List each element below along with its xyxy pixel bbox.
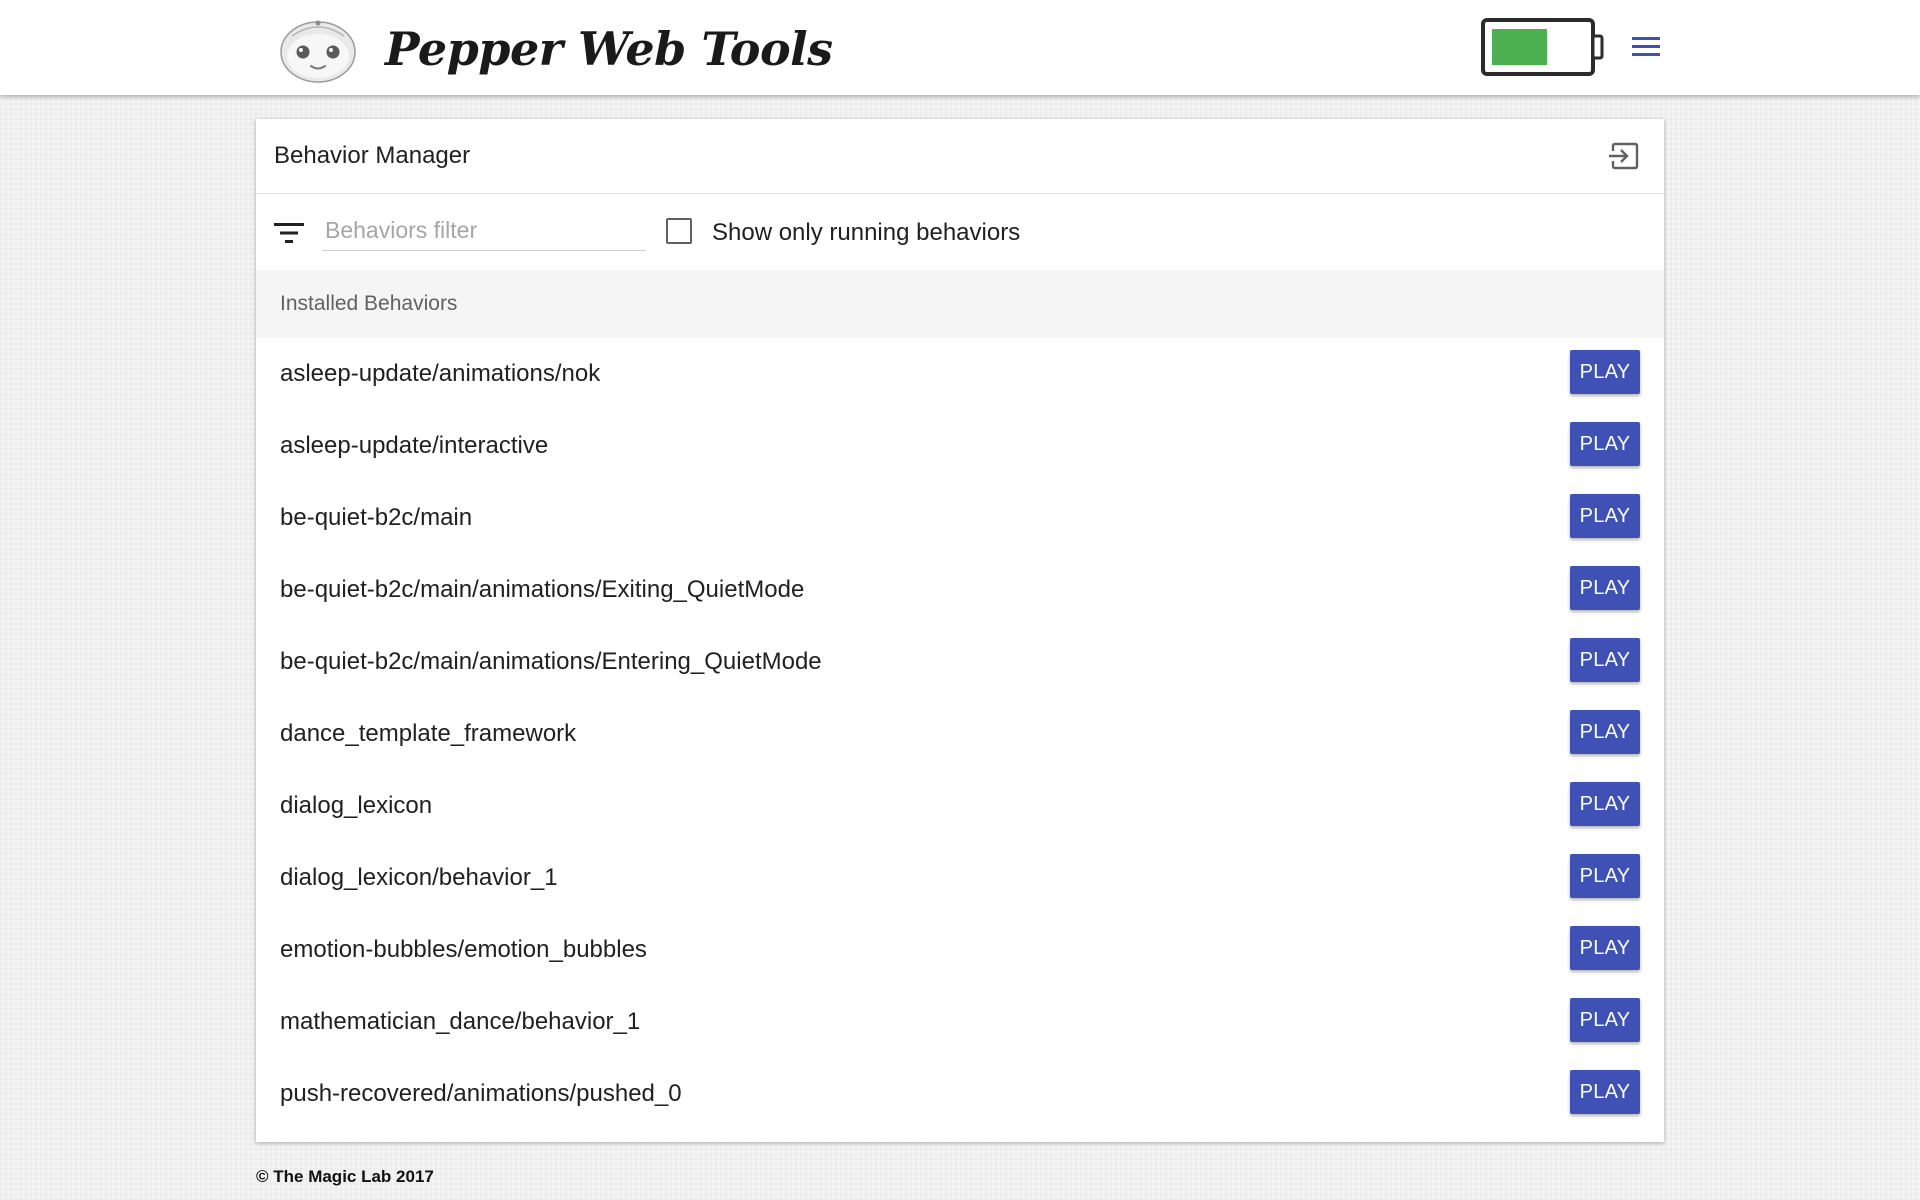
behavior-name: be-quiet-b2c/main — [280, 504, 473, 531]
list-item: be-quiet-b2c/main PLAY — [256, 482, 1664, 554]
list-item: dance_template_framework PLAY — [256, 698, 1664, 770]
behavior-name: dialog_lexicon/behavior_1 — [280, 864, 558, 891]
play-button[interactable]: PLAY — [1570, 854, 1640, 898]
behavior-name: dance_template_framework — [280, 720, 577, 747]
play-button[interactable]: PLAY — [1570, 998, 1640, 1042]
play-button[interactable]: PLAY — [1570, 1070, 1640, 1114]
pepper-robot-face-icon — [280, 20, 356, 83]
list-item: dialog_lexicon/behavior_1 PLAY — [256, 842, 1664, 914]
play-button[interactable]: PLAY — [1570, 494, 1640, 538]
list-item: push-recovered/animations/pushed_0 PLAY — [256, 1058, 1664, 1130]
behavior-manager-card: Behavior Manager Show only running behav… — [256, 119, 1664, 1142]
installed-behaviors-subheader: Installed Behaviors — [256, 270, 1664, 338]
behavior-name: mathematician_dance/behavior_1 — [280, 1008, 641, 1035]
list-item: mathematician_dance/behavior_1 PLAY — [256, 986, 1664, 1058]
play-button[interactable]: PLAY — [1570, 710, 1640, 754]
behavior-name: asleep-update/interactive — [280, 432, 549, 459]
hamburger-menu-icon[interactable] — [1628, 32, 1664, 62]
play-button[interactable]: PLAY — [1570, 782, 1640, 826]
filter-list-icon — [274, 223, 304, 243]
battery-icon — [1481, 18, 1604, 76]
battery-level-fill — [1492, 29, 1547, 65]
behavior-name: be-quiet-b2c/main/animations/Entering_Qu… — [280, 648, 822, 675]
behaviors-filter-input[interactable] — [322, 210, 646, 251]
show-running-only-label[interactable]: Show only running behaviors — [712, 218, 1020, 248]
behavior-name: dialog_lexicon — [280, 792, 433, 819]
behavior-name: push-recovered/animations/pushed_0 — [280, 1080, 682, 1107]
play-button[interactable]: PLAY — [1570, 638, 1640, 682]
exit-to-app-icon[interactable] — [1608, 140, 1640, 172]
behavior-name: asleep-update/animations/nok — [280, 360, 601, 387]
behavior-name: be-quiet-b2c/main/animations/Exiting_Qui… — [280, 576, 805, 603]
list-item: asleep-update/interactive PLAY — [256, 410, 1664, 482]
play-button[interactable]: PLAY — [1570, 566, 1640, 610]
top-app-bar: Pepper Web Tools — [0, 0, 1920, 95]
show-running-only-checkbox[interactable] — [666, 218, 692, 244]
footer-copyright: © The Magic Lab 2017 — [256, 1167, 434, 1186]
list-item: be-quiet-b2c/main/animations/Exiting_Qui… — [256, 554, 1664, 626]
app-title: Pepper Web Tools — [385, 22, 833, 76]
list-item: emotion-bubbles/emotion_bubbles PLAY — [256, 914, 1664, 986]
card-header: Behavior Manager — [256, 119, 1664, 194]
list-item: dialog_lexicon PLAY — [256, 770, 1664, 842]
play-button[interactable]: PLAY — [1570, 926, 1640, 970]
behavior-list: asleep-update/animations/nok PLAY asleep… — [256, 338, 1664, 1130]
play-button[interactable]: PLAY — [1570, 350, 1640, 394]
list-item: asleep-update/animations/nok PLAY — [256, 338, 1664, 410]
list-item: be-quiet-b2c/main/animations/Entering_Qu… — [256, 626, 1664, 698]
play-button[interactable]: PLAY — [1570, 422, 1640, 466]
card-title: Behavior Manager — [274, 142, 471, 169]
section-label: Installed Behaviors — [280, 292, 458, 315]
behavior-name: emotion-bubbles/emotion_bubbles — [280, 936, 647, 963]
